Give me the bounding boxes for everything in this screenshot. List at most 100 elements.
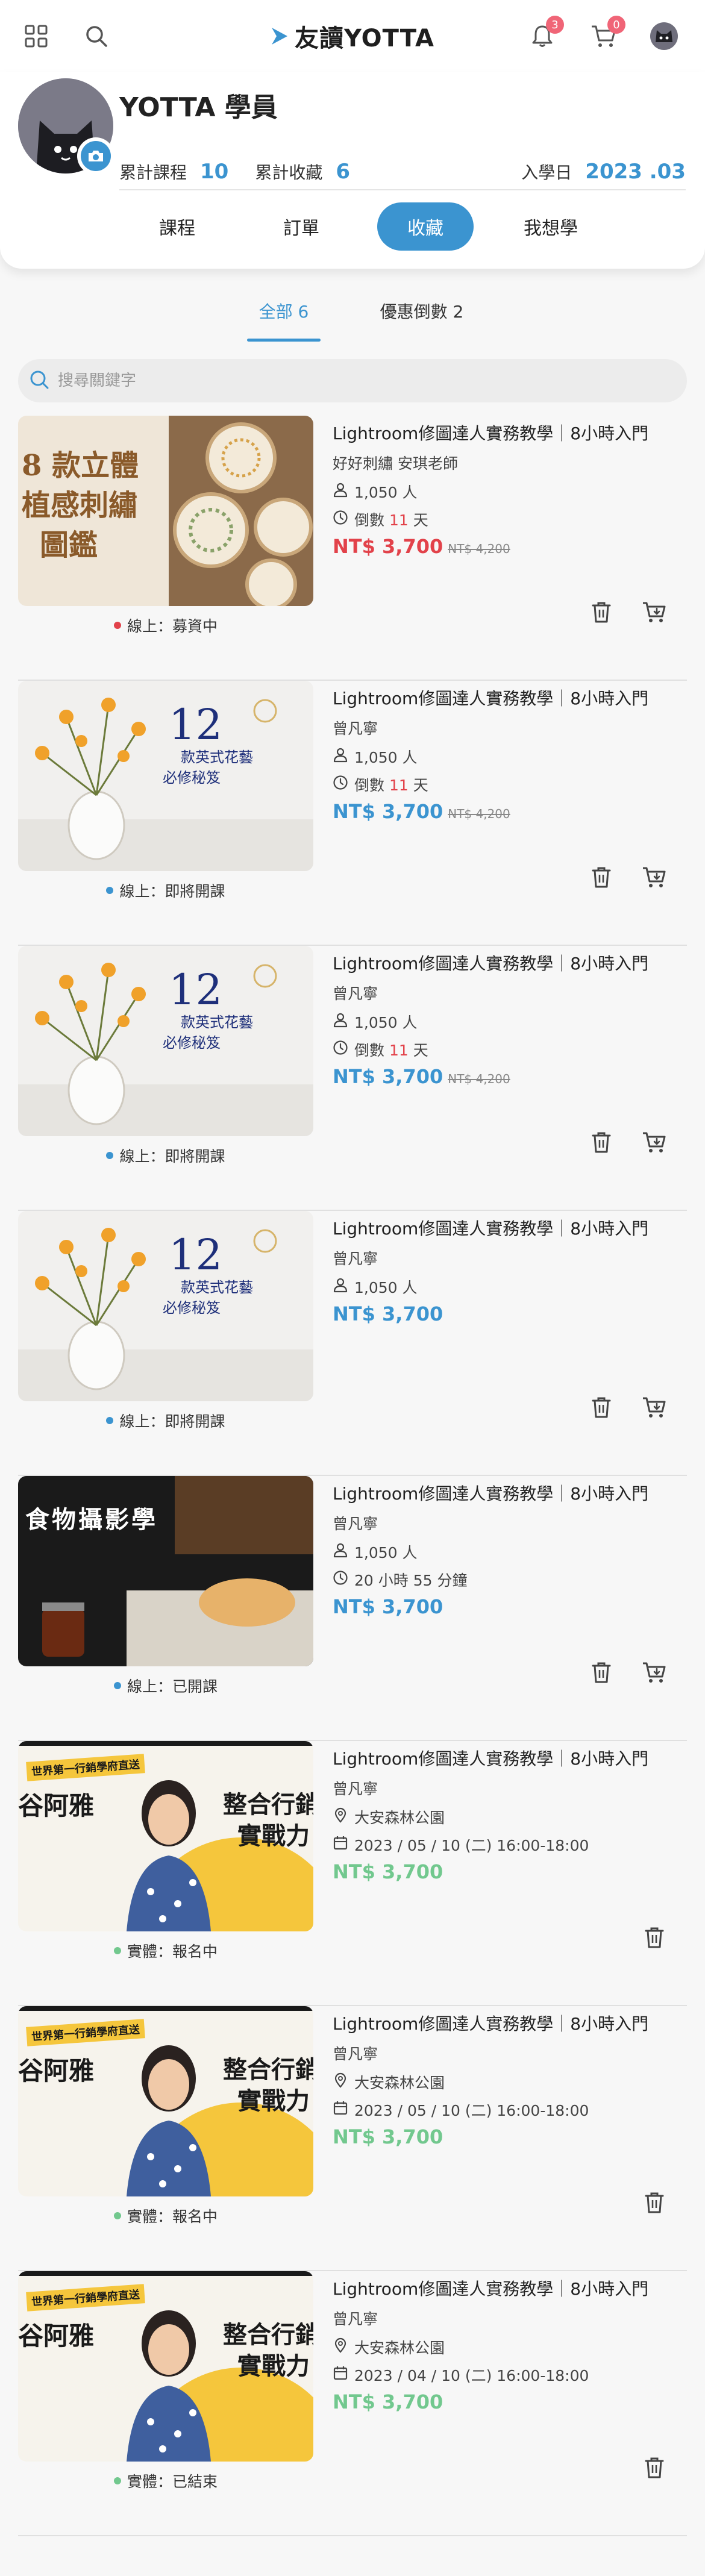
countdown-days: 11 [389, 511, 409, 529]
card-actions [640, 1924, 669, 1953]
person-icon [333, 1012, 348, 1031]
course-card[interactable]: 12 款英式花藝 必修秘笈 線上：即將開課 Lightroom修圖達人實務教學｜… [18, 946, 687, 1211]
join-date-value: 2023 .03 [585, 160, 686, 184]
calendar-icon [333, 2100, 348, 2119]
status-dot [113, 1947, 121, 1954]
tab-favorites[interactable]: 收藏 [377, 202, 474, 251]
add-to-cart-button[interactable] [640, 864, 669, 893]
course-card[interactable]: 世界第一行銷學府直送 谷阿雅 整合行銷 實戰力 實體：報名中 Lightroom修… [18, 2006, 687, 2271]
course-card[interactable]: 食物攝影學 線上：已開課 Lightroom修圖達人實務教學｜8小時入門 曾凡寧… [18, 1476, 687, 1741]
price-row: NT$ 3,700 NT$ 4,200 [333, 800, 687, 823]
cart-icon[interactable]: 0 [586, 16, 625, 54]
course-info: Lightroom修圖達人實務教學｜8小時入門 曾凡寧 大安森林公園 2023 /… [333, 2012, 687, 2148]
course-teacher: 曾凡寧 [333, 985, 378, 1002]
course-thumbnail[interactable]: 世界第一行銷學府直送 谷阿雅 整合行銷 實戰力 [18, 2271, 313, 2462]
tab-orders[interactable]: 訂單 [253, 202, 349, 251]
students-count: 1,050 人 [333, 746, 687, 767]
search-input[interactable] [58, 372, 600, 390]
countdown: 倒數 11 天 [333, 508, 687, 530]
course-info: Lightroom修圖達人實務教學｜8小時入門 曾凡寧 1,050 人倒數 11… [333, 952, 687, 1088]
course-thumbnail[interactable]: 8 款立體 植感刺繡 圖鑑 [18, 416, 313, 606]
students-count: 1,050 人 [333, 1276, 687, 1298]
course-thumbnail[interactable]: 12 款英式花藝 必修秘笈 [18, 1211, 313, 1401]
status-dot [106, 1152, 114, 1159]
location-pin-icon [333, 2337, 348, 2357]
course-status: 線上：即將開課 [18, 1410, 313, 1431]
course-title[interactable]: Lightroom修圖達人實務教學｜8小時入門 [333, 1217, 687, 1241]
add-to-cart-button[interactable] [640, 1394, 669, 1423]
remove-favorite-button[interactable] [587, 1659, 616, 1688]
search-icon [29, 369, 49, 392]
remove-favorite-button[interactable] [587, 864, 616, 893]
price-row: NT$ 3,700 NT$ 4,200 [333, 1065, 687, 1088]
person-icon [333, 1542, 348, 1562]
cart-badge: 0 [607, 16, 625, 34]
tab-courses[interactable]: 課程 [129, 202, 225, 251]
course-thumbnail[interactable]: 12 款英式花藝 必修秘笈 [18, 946, 313, 1136]
course-title[interactable]: Lightroom修圖達人實務教學｜8小時入門 [333, 952, 687, 976]
add-to-cart-button[interactable] [640, 1129, 669, 1158]
calendar-icon [333, 1835, 348, 1854]
search-bar [18, 359, 687, 402]
add-to-cart-button[interactable] [640, 1659, 669, 1688]
course-thumbnail[interactable]: 世界第一行銷學府直送 谷阿雅 整合行銷 實戰力 [18, 2006, 313, 2196]
course-status: 實體：已結束 [18, 2470, 313, 2492]
remove-favorite-button[interactable] [587, 1129, 616, 1158]
course-card[interactable]: 世界第一行銷學府直送 谷阿雅 整合行銷 實戰力 實體：報名中 Lightroom修… [18, 1741, 687, 2006]
course-title[interactable]: Lightroom修圖達人實務教學｜8小時入門 [333, 687, 687, 711]
remove-favorite-button[interactable] [640, 1924, 669, 1953]
add-to-cart-button[interactable] [640, 599, 669, 628]
course-teacher: 曾凡寧 [333, 2045, 378, 2063]
course-info: Lightroom修圖達人實務教學｜8小時入門 好好刺繡 安琪老師 1,050 … [333, 422, 687, 558]
change-photo-button[interactable] [77, 137, 114, 175]
course-card[interactable]: 世界第一行銷學府直送 谷阿雅 整合行銷 實戰力 實體：已結束 Lightroom修… [18, 2271, 687, 2536]
cart-add-icon [642, 1395, 667, 1422]
location: 大安森林公園 [333, 2071, 687, 2093]
remove-favorite-button[interactable] [640, 2189, 669, 2218]
user-name: YOTTA 學員 [119, 92, 278, 123]
course-title[interactable]: Lightroom修圖達人實務教學｜8小時入門 [333, 2012, 687, 2036]
event-datetime: 2023 / 04 / 10 (二) 16:00-18:00 [333, 2364, 687, 2386]
trash-icon [643, 1925, 666, 1952]
course-info: Lightroom修圖達人實務教學｜8小時入門 曾凡寧 1,050 人 20 小時… [333, 1482, 687, 1618]
trash-icon [590, 865, 613, 892]
course-card[interactable]: 12 款英式花藝 必修秘笈 線上：即將開課 Lightroom修圖達人實務教學｜… [18, 1211, 687, 1476]
card-actions [640, 2454, 669, 2483]
event-datetime: 2023 / 05 / 10 (二) 16:00-18:00 [333, 2099, 687, 2121]
remove-favorite-button[interactable] [587, 1394, 616, 1423]
students-count: 1,050 人 [333, 481, 687, 502]
brand-mark-icon [272, 28, 288, 45]
original-price: NT$ 4,200 [448, 1072, 510, 1086]
location: 大安森林公園 [333, 2336, 687, 2358]
active-tab-indicator [247, 339, 321, 342]
remove-favorite-button[interactable] [587, 599, 616, 628]
course-card[interactable]: 12 款英式花藝 必修秘笈 線上：即將開課 Lightroom修圖達人實務教學｜… [18, 681, 687, 946]
tab-wishlist[interactable]: 我想學 [503, 202, 599, 251]
calendar-icon [333, 2365, 348, 2384]
course-title[interactable]: Lightroom修圖達人實務教學｜8小時入門 [333, 1747, 687, 1771]
course-thumbnail[interactable]: 世界第一行銷學府直送 谷阿雅 整合行銷 實戰力 [18, 1741, 313, 1931]
course-teacher: 曾凡寧 [333, 1515, 378, 1533]
course-title[interactable]: Lightroom修圖達人實務教學｜8小時入門 [333, 422, 687, 446]
notification-bell-icon[interactable]: 3 [524, 16, 564, 54]
course-card[interactable]: 8 款立體 植感刺繡 圖鑑 線上：募資中 Lightroom修圖達人實務教學｜8小時… [18, 416, 687, 681]
cart-add-icon [642, 1130, 667, 1157]
course-teacher: 曾凡寧 [333, 2310, 378, 2328]
profile-card: YOTTA 學員 累計課程 10 累計收藏 6 入學日 2023 .03 課程 … [0, 72, 705, 269]
course-info: Lightroom修圖達人實務教學｜8小時入門 曾凡寧 1,050 人 NT$ … [333, 1217, 687, 1325]
trash-icon [590, 600, 613, 627]
course-info: Lightroom修圖達人實務教學｜8小時入門 曾凡寧 1,050 人倒數 11… [333, 687, 687, 823]
user-avatar[interactable] [646, 18, 682, 54]
course-title[interactable]: Lightroom修圖達人實務教學｜8小時入門 [333, 2277, 687, 2301]
course-title[interactable]: Lightroom修圖達人實務教學｜8小時入門 [333, 1482, 687, 1506]
cart-add-icon [642, 865, 667, 892]
join-date: 入學日 2023 .03 [521, 160, 686, 184]
course-thumbnail[interactable]: 食物攝影學 [18, 1476, 313, 1666]
course-thumbnail[interactable]: 12 款英式花藝 必修秘笈 [18, 681, 313, 871]
countdown-days: 11 [389, 777, 409, 794]
remove-favorite-button[interactable] [640, 2454, 669, 2483]
course-status: 線上：募資中 [18, 614, 313, 636]
filter-tab-discount[interactable]: 優惠倒數 2 [368, 299, 476, 347]
original-price: NT$ 4,200 [448, 807, 510, 821]
courses-count-label: 累計課程 [119, 163, 187, 183]
